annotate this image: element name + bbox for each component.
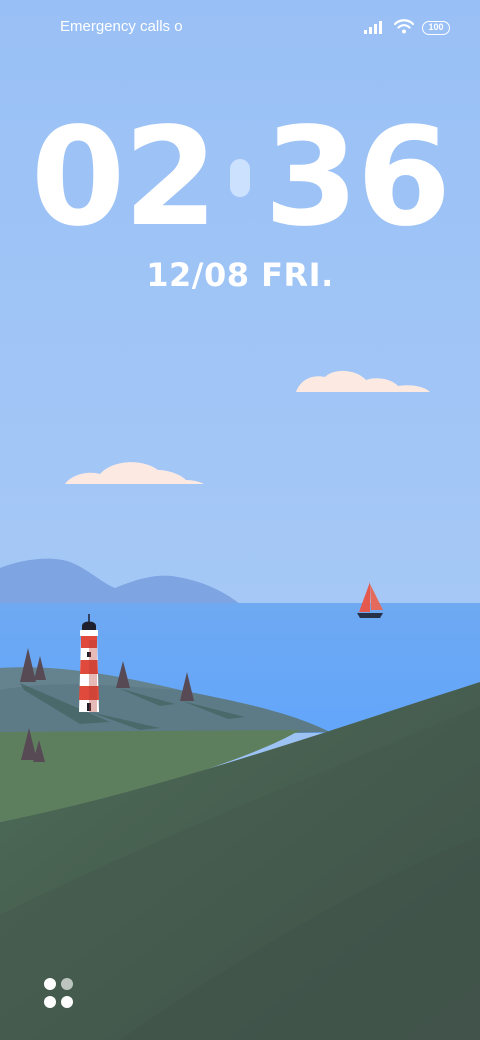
lock-clock: 02 36 <box>0 110 480 246</box>
carrier-status-text: Emergency calls o <box>60 18 183 35</box>
clock-hours: 02 <box>30 99 218 257</box>
widgets-dot <box>61 978 73 990</box>
clock-minutes: 36 <box>264 99 451 257</box>
battery-icon: 100 <box>422 21 450 35</box>
wifi-icon <box>393 18 415 38</box>
widgets-dot <box>44 996 56 1008</box>
status-icons: 100 <box>364 18 450 38</box>
clock-separator <box>230 159 250 197</box>
widgets-icon[interactable] <box>44 978 76 1010</box>
widgets-dot <box>61 996 73 1008</box>
widgets-dot <box>44 978 56 990</box>
signal-icon <box>364 19 386 38</box>
lighthouse <box>79 614 99 712</box>
lock-date: 12/08 FRI. <box>146 256 334 294</box>
